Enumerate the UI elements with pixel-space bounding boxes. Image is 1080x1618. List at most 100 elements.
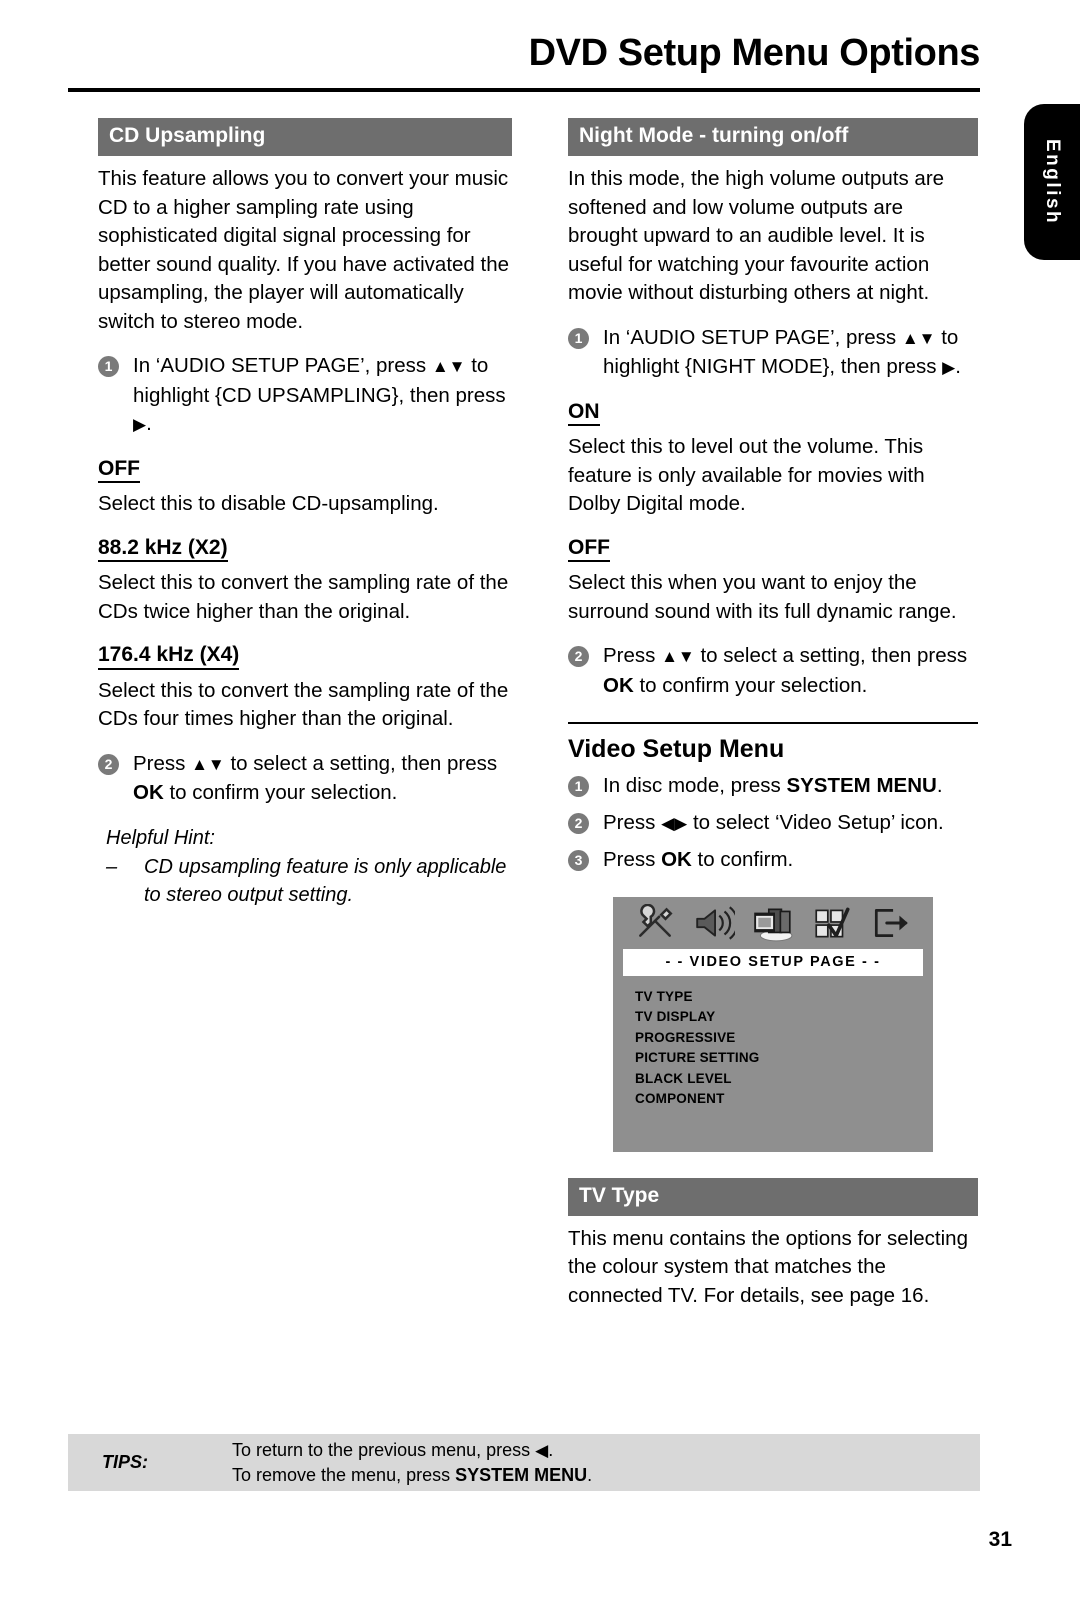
option-body: Select this to convert the sampling rate… (98, 571, 509, 623)
page-title: DVD Setup Menu Options (528, 32, 981, 74)
general-setup-tools-icon (638, 903, 673, 937)
osd-menu-item-progressive[interactable]: PROGRESSIVE (635, 1028, 933, 1049)
step-number-badge: 2 (568, 646, 589, 668)
step-text-c: . (146, 412, 152, 436)
left-arrow-icon: ◀ (535, 1440, 549, 1460)
section-header-night-mode: Night Mode - turning on/off (568, 118, 978, 157)
video-setup-heading: Video Setup Menu (568, 735, 785, 764)
step-text-c: to confirm your selection. (633, 673, 868, 697)
ok-button-label: OK (133, 781, 164, 805)
step-text-a: In ‘AUDIO SETUP PAGE’, press (133, 354, 432, 378)
option-body: Select this when you want to enjoy the s… (568, 571, 957, 623)
exit-setup-icon (875, 908, 909, 937)
video-setup-film-icon (754, 908, 793, 941)
language-tab: English (1024, 104, 1080, 260)
option-label: OFF (568, 536, 610, 563)
tips-label: TIPS: (102, 1452, 149, 1472)
option-label: OFF (98, 457, 140, 484)
option-176khz: 176.4 kHz (X4) Select this to convert th… (98, 626, 512, 734)
helpful-hint-title: Helpful Hint: (106, 826, 215, 849)
night-mode-step-1: 1 In ‘AUDIO SETUP PAGE’, press ▲▼ to hig… (568, 324, 978, 383)
up-down-arrows-icon: ▲▼ (431, 357, 466, 377)
step-number-badge: 3 (568, 850, 589, 872)
osd-menu-item-component[interactable]: COMPONENT (635, 1089, 933, 1110)
option-off: OFF Select this to disable CD-upsampling… (98, 440, 512, 519)
osd-video-setup-screenshot: - - VIDEO SETUP PAGE - - TV TYPE TV DISP… (613, 896, 933, 1152)
tips-line-1-end: . (548, 1439, 554, 1460)
step-number-badge: 1 (568, 327, 589, 349)
system-menu-button-label: SYSTEM MENU (455, 1464, 588, 1485)
step-text-b: to confirm. (691, 848, 794, 872)
osd-menu-item-picture-setting[interactable]: PICTURE SETTING (635, 1048, 933, 1069)
option-off: OFF Select this when you want to enjoy t… (568, 519, 978, 627)
osd-icon-bar (613, 897, 933, 949)
step-text-b: to select a setting, then press (694, 644, 968, 668)
option-label: ON (568, 400, 600, 427)
right-arrow-icon: ▶ (942, 358, 956, 378)
left-column: CD Upsampling This feature allows you to… (98, 118, 512, 909)
up-down-arrows-icon: ▲▼ (661, 647, 695, 667)
bullet-dash: – (106, 855, 118, 878)
ok-button-label: OK (661, 848, 692, 872)
osd-page-title: - - VIDEO SETUP PAGE - - (665, 954, 881, 971)
page-number: 31 (988, 1528, 1012, 1551)
osd-menu-item-tv-type[interactable]: TV TYPE (635, 987, 933, 1008)
tips-content: To return to the previous menu, press ◀.… (232, 1438, 592, 1488)
tips-line-1: To return to the previous menu, press ◀. (232, 1438, 592, 1463)
step-number-badge: 2 (568, 812, 589, 834)
video-setup-divider (568, 722, 978, 725)
up-down-arrows-icon: ▲▼ (901, 328, 936, 348)
language-tab-label: English (1042, 138, 1063, 226)
tips-line-1-text: To return to the previous menu, press (232, 1439, 536, 1460)
audio-setup-speaker-icon (696, 905, 735, 940)
step-text-a: In ‘AUDIO SETUP PAGE’, press (603, 325, 902, 349)
osd-menu-list: TV TYPE TV DISPLAY PROGRESSIVE PICTURE S… (613, 976, 933, 1110)
step-text-a: Press (603, 848, 662, 872)
step-number-badge: 1 (98, 356, 119, 378)
tips-line-2: To remove the menu, press SYSTEM MENU. (232, 1463, 592, 1488)
right-column: Night Mode - turning on/off In this mode… (568, 118, 978, 1310)
option-body: Select this to disable CD-upsampling. (98, 492, 439, 516)
osd-title-bar: - - VIDEO SETUP PAGE - - (623, 948, 923, 976)
up-down-arrows-icon: ▲▼ (191, 754, 225, 774)
cd-upsampling-step-2: 2 Press ▲▼ to select a setting, then pre… (98, 750, 512, 808)
cd-upsampling-step-1: 1 In ‘AUDIO SETUP PAGE’, press ▲▼ to hig… (98, 352, 512, 440)
step-text-a: Press (603, 810, 662, 834)
step-number-badge: 1 (568, 776, 589, 798)
tv-type-body: This menu contains the options for selec… (568, 1226, 968, 1307)
section-header-tv-type: TV Type (568, 1177, 978, 1216)
helpful-hint-item: – CD upsampling feature is only applicabl… (106, 853, 512, 909)
tips-footer: TIPS: To return to the previous menu, pr… (68, 1434, 980, 1491)
option-88khz: 88.2 kHz (X2) Select this to convert the… (98, 519, 512, 627)
step-text-c: to confirm your selection. (163, 781, 398, 805)
step-number-badge: 2 (98, 753, 119, 775)
night-mode-intro: In this mode, the high volume outputs ar… (568, 167, 945, 305)
right-arrow-icon: ▶ (133, 415, 147, 435)
option-body: Select this to level out the volume. Thi… (568, 435, 925, 516)
step-text-b: to select ‘Video Setup’ icon. (687, 810, 944, 834)
tips-line-2-text: To remove the menu, press (232, 1464, 456, 1485)
step-text-b: . (936, 774, 943, 798)
page-header: DVD Setup Menu Options (68, 32, 981, 74)
ok-button-label: OK (603, 673, 634, 697)
video-setup-step-3: 3 Press OK to confirm. (568, 846, 978, 875)
step-text-a: Press (603, 644, 662, 668)
step-text-a: Press (133, 751, 192, 775)
section-header-cd-upsampling: CD Upsampling (98, 118, 512, 157)
preference-grid-icon (815, 907, 850, 938)
osd-menu-item-black-level[interactable]: BLACK LEVEL (635, 1069, 933, 1090)
video-setup-step-1: 1 In disc mode, press SYSTEM MENU. (568, 772, 978, 801)
cd-upsampling-intro: This feature allows you to convert your … (98, 167, 510, 333)
helpful-hint: Helpful Hint: – CD upsampling feature is … (98, 824, 512, 909)
step-text-a: In disc mode, press (603, 774, 787, 798)
option-label: 88.2 kHz (X2) (98, 536, 228, 563)
option-body: Select this to convert the sampling rate… (98, 678, 509, 731)
option-label: 176.4 kHz (X4) (98, 643, 240, 670)
step-text-c: . (955, 355, 961, 379)
system-menu-button-label: SYSTEM MENU (786, 774, 937, 798)
night-mode-step-2: 2 Press ▲▼ to select a setting, then pre… (568, 642, 978, 700)
step-text-b: to select a setting, then press (224, 751, 498, 775)
left-right-arrows-icon: ◀▶ (661, 813, 688, 833)
header-divider (68, 88, 980, 92)
osd-menu-item-tv-display[interactable]: TV DISPLAY (635, 1007, 933, 1028)
